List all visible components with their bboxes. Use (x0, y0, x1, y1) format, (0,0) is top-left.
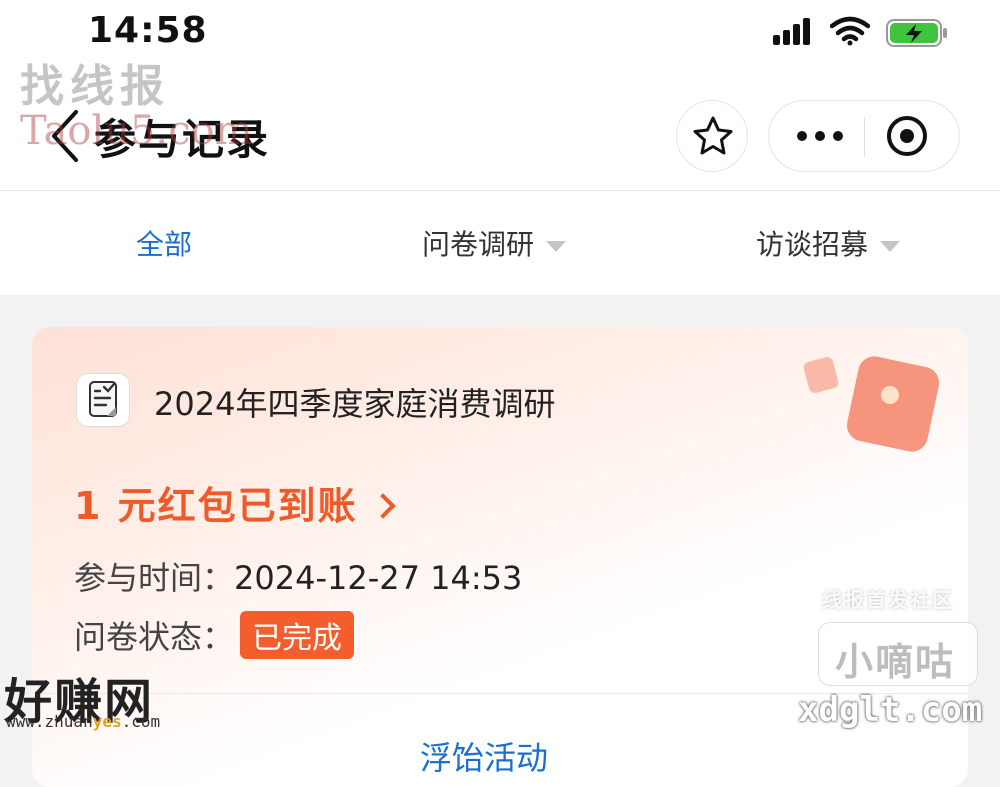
red-envelope-icon (803, 356, 940, 452)
survey-status-row: 问卷状态： 已完成 (74, 611, 355, 659)
tab-survey-label: 问卷调研 (422, 228, 535, 261)
watermark-domain: xdglt.com (798, 690, 983, 730)
questionnaire-icon (76, 373, 130, 427)
capsule-divider (864, 117, 865, 157)
status-label: 问卷状态： (74, 618, 235, 656)
filter-tabs: 全部 问卷调研 访谈招募 (0, 191, 1000, 295)
logo-url-suffix: .com (121, 712, 161, 731)
tab-all[interactable]: 全部 (136, 223, 192, 263)
reward-link[interactable]: 1 元红包已到账 (74, 475, 396, 530)
battery-charging-icon (886, 19, 947, 47)
close-target-icon[interactable] (885, 114, 929, 158)
reward-text: 1 元红包已到账 (74, 484, 358, 528)
caret-down-icon (546, 240, 567, 252)
favorite-button[interactable] (676, 100, 748, 172)
watermark-community: 线报首发社区 (822, 588, 954, 612)
signal-icon (773, 18, 810, 45)
star-icon (693, 116, 733, 155)
tab-interview[interactable]: 访谈招募 (756, 223, 901, 263)
caret-down-icon (880, 240, 901, 252)
participation-time-row: 参与时间：2024-12-27 14:53 (74, 553, 522, 599)
time-value: 2024-12-27 14:53 (234, 559, 523, 597)
watermark-url: Taolu5.com (20, 108, 253, 154)
status-badge: 已完成 (240, 611, 355, 659)
wifi-icon (830, 16, 870, 46)
logo-url-mid: yes (92, 712, 122, 731)
status-time: 14:58 (88, 10, 208, 51)
activity-link[interactable]: 浮饴活动 (420, 733, 548, 779)
tab-all-label: 全部 (136, 228, 193, 261)
tab-interview-label: 访谈招募 (756, 228, 869, 261)
watermark-logo-url: www.zhuanyes.com (6, 712, 160, 731)
logo-url-prefix: www.zhuan (6, 712, 93, 731)
tab-survey[interactable]: 问卷调研 (422, 223, 567, 263)
watermark-brand: 小嘀咕 (818, 622, 978, 686)
chevron-right-icon (369, 493, 396, 519)
mini-program-capsule (768, 100, 960, 172)
watermark-text: 找线报 (20, 61, 170, 112)
time-label: 参与时间： (74, 559, 235, 597)
record-title: 2024年四季度家庭消费调研 (154, 385, 556, 423)
watermark-brand-text: 小嘀咕 (835, 640, 956, 684)
more-dots-icon[interactable] (795, 129, 845, 143)
